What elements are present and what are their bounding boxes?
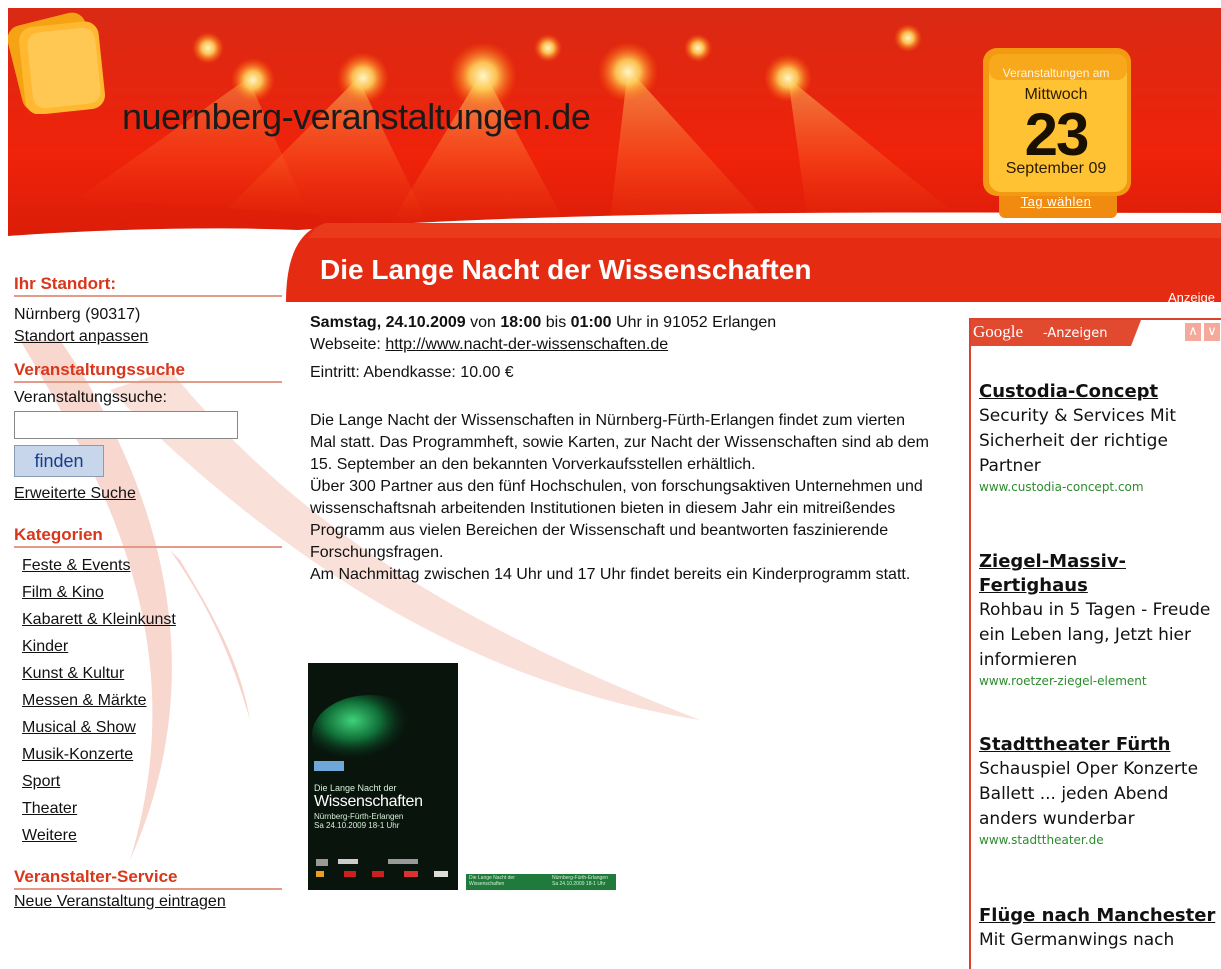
search-label: Veranstaltungssuche:	[14, 389, 167, 406]
ad-text: Security & Services Mit Sicherheit der r…	[979, 406, 1177, 476]
poster-line2: Wissenschaften	[314, 793, 423, 810]
banner-right-text: Nürnberg-Fürth-Erlangen Sa 24.10.2009 18…	[552, 875, 608, 887]
category-link-weitere[interactable]: Weitere	[22, 822, 284, 849]
ad-url[interactable]: www.roetzer-ziegel-element	[979, 673, 1219, 689]
ad-item: Custodia-Concept Security & Services Mit…	[979, 380, 1219, 495]
organizer-heading: Veranstalter-Service	[14, 867, 282, 890]
site-logo-icon	[8, 12, 105, 114]
event-end: 01:00	[570, 314, 612, 331]
event-description-2: Über 300 Partner aus den fünf Hochschule…	[310, 478, 923, 561]
ad-url[interactable]: www.custodia-concept.com	[979, 479, 1219, 495]
chevron-up-icon[interactable]: ∧	[1185, 323, 1201, 341]
event-admission: Eintritt: Abendkasse: 10.00 €	[310, 364, 514, 381]
chevron-down-icon[interactable]: ∨	[1204, 323, 1220, 341]
category-link-musical[interactable]: Musical & Show	[22, 714, 284, 741]
ad-url[interactable]: www.stadttheater.de	[979, 832, 1219, 848]
event-website: Webseite: http://www.nacht-der-wissensch…	[310, 334, 935, 356]
ad-item: Flüge nach Manchester Mit Germanwings na…	[979, 904, 1219, 953]
event-poster-image[interactable]: Die Lange Nacht der Wissenschaften Nürnb…	[308, 663, 458, 890]
google-ads-panel: Google -Anzeigen ∧ ∨ Custodia-Concept Se…	[969, 318, 1221, 969]
date-widget: Veranstaltungen am Mittwoch 23 September…	[981, 46, 1135, 226]
choose-day-link[interactable]: Tag wählen	[981, 194, 1131, 209]
search-button[interactable]: finden	[14, 445, 104, 477]
date-month: September 09	[1005, 160, 1107, 177]
poster-line1: Die Lange Nacht der	[314, 783, 397, 793]
event-location: Uhr in 91052 Erlangen	[616, 314, 777, 331]
category-list: Feste & Events Film & Kino Kabarett & Kl…	[14, 552, 284, 849]
google-logo: Google	[973, 322, 1024, 341]
ad-title[interactable]: Flüge nach Manchester	[979, 904, 1219, 928]
banner-left-text: Die Lange Nacht der Wissenschaften	[469, 875, 515, 887]
advanced-search-link[interactable]: Erweiterte Suche	[14, 483, 284, 505]
category-link-feste[interactable]: Feste & Events	[22, 552, 284, 579]
event-date: Samstag, 24.10.2009	[310, 314, 466, 331]
website-link[interactable]: http://www.nacht-der-wissenschaften.de	[385, 336, 668, 353]
page-title: Die Lange Nacht der Wissenschaften	[320, 254, 812, 285]
site-header: nuernberg-veranstaltungen.de Veranstaltu…	[8, 8, 1221, 304]
poster-line4: Sa 24.10.2009 18-1 Uhr	[314, 821, 400, 830]
ad-text: Schauspiel Oper Konzerte Ballett ... jed…	[979, 759, 1199, 829]
categories-heading: Kategorien	[14, 525, 282, 548]
date-day: 23	[1024, 101, 1090, 168]
date-label: Veranstaltungen am	[1002, 66, 1110, 80]
category-link-theater[interactable]: Theater	[22, 795, 284, 822]
location-heading: Ihr Standort:	[14, 274, 282, 297]
ads-header-corner	[1131, 320, 1141, 346]
from-word: von	[470, 314, 496, 331]
ad-item: Ziegel-Massiv-Fertighaus Rohbau in 5 Tag…	[979, 550, 1219, 689]
website-label: Webseite:	[310, 336, 381, 353]
event-banner-image[interactable]: Die Lange Nacht der Wissenschaften Nürnb…	[466, 874, 616, 890]
ad-item: Stadttheater Fürth Schauspiel Oper Konze…	[979, 733, 1219, 848]
category-link-kabarett[interactable]: Kabarett & Kleinkunst	[22, 606, 284, 633]
event-start: 18:00	[500, 314, 542, 331]
ad-title[interactable]: Custodia-Concept	[979, 380, 1219, 404]
new-event-link[interactable]: Neue Veranstaltung eintragen	[14, 890, 284, 914]
event-details: Samstag, 24.10.2009 von 18:00 bis 01:00 …	[310, 312, 935, 586]
event-description-1: Die Lange Nacht der Wissenschaften in Nü…	[310, 412, 929, 473]
poster-graphic	[308, 663, 458, 890]
location-value: Nürnberg (90317)	[14, 306, 141, 323]
event-datetime: Samstag, 24.10.2009 von 18:00 bis 01:00 …	[310, 312, 935, 334]
search-heading: Veranstaltungssuche	[14, 360, 282, 383]
ads-label: -Anzeigen	[1043, 326, 1108, 341]
ad-label: Anzeige	[1168, 290, 1215, 304]
ad-text: Rohbau in 5 Tagen - Freude ein Leben lan…	[979, 600, 1211, 670]
poster-line3: Nürnberg-Fürth-Erlangen	[314, 812, 404, 821]
ads-header: Google -Anzeigen	[971, 320, 1131, 346]
category-link-kinder[interactable]: Kinder	[22, 633, 284, 660]
site-name[interactable]: nuernberg-veranstaltungen.de	[122, 96, 591, 138]
change-location-link[interactable]: Standort anpassen	[14, 326, 284, 348]
event-description-3: Am Nachmittag zwischen 14 Uhr und 17 Uhr…	[310, 566, 911, 583]
category-link-messen[interactable]: Messen & Märkte	[22, 687, 284, 714]
category-link-sport[interactable]: Sport	[22, 768, 284, 795]
category-link-konzerte[interactable]: Musik-Konzerte	[22, 741, 284, 768]
sidebar: Ihr Standort: Nürnberg (90317) Standort …	[14, 274, 284, 914]
to-word: bis	[545, 314, 567, 331]
search-input[interactable]	[14, 411, 238, 439]
ad-title[interactable]: Ziegel-Massiv-Fertighaus	[979, 550, 1219, 598]
category-link-film[interactable]: Film & Kino	[22, 579, 284, 606]
ad-text: Mit Germanwings nach	[979, 930, 1175, 950]
category-link-kunst[interactable]: Kunst & Kultur	[22, 660, 284, 687]
ad-title[interactable]: Stadttheater Fürth	[979, 733, 1219, 757]
